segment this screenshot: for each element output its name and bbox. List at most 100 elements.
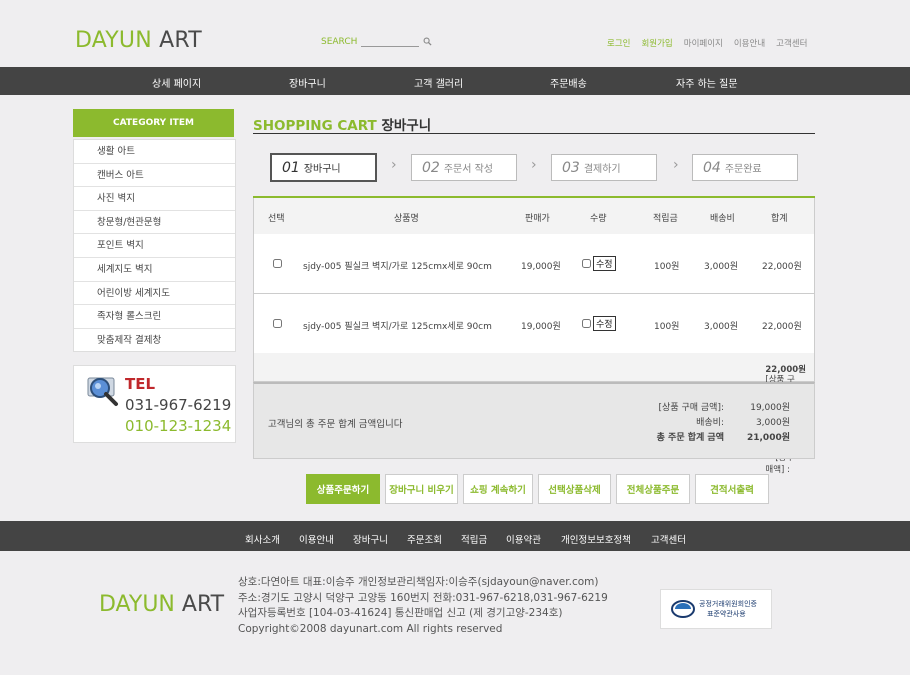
qty-checkbox[interactable] [582,319,591,328]
phone-mobile: 010-123-1234 [125,417,232,435]
nav-item-detail[interactable]: 상세 페이지 [152,75,201,90]
nav-item-gallery[interactable]: 고객 갤러리 [414,75,463,90]
step-complete: 04 주문완료 [692,154,798,181]
search-icon[interactable] [423,37,432,46]
step-number: 02 [422,159,440,176]
logo-text-green: DAYUN [75,28,152,53]
nav-item-faq[interactable]: 자주 하는 질문 [676,75,738,90]
footer-link-guide[interactable]: 이용안내 [299,532,334,546]
product-points: 100원 [654,322,680,332]
cert-line: 표준약관사용 [707,610,746,618]
footer-link-order[interactable]: 주문조회 [407,532,442,546]
category-list: 생활 아트 캔버스 아트 사진 벽지 창문형/현관문형 포인트 벽지 세계지도 … [73,139,236,353]
qty-edit-button[interactable]: 수정 [593,316,616,331]
cart-table: 선택 상품명 판매가 수량 적립금 배송비 합계 sjdy-005 필실크 벽지… [253,196,815,475]
category-item[interactable]: 어린이방 세계지도 [74,282,235,306]
col-select: 선택 [268,214,285,224]
table-header: 선택 상품명 판매가 수량 적립금 배송비 합계 [253,198,815,235]
nav-item-cart[interactable]: 장바구니 [289,75,326,90]
footer-link-company[interactable]: 회사소개 [245,532,280,546]
qty-checkbox[interactable] [582,259,591,268]
step-payment: 03 결제하기 [551,154,657,181]
chevron-right-icon: › [673,157,679,173]
footer-info-line: Copyright©2008 dayunart.com All rights r… [238,622,503,635]
order-button[interactable]: 상품주문하기 [306,474,380,504]
category-item[interactable]: 포인트 벽지 [74,234,235,258]
category-item[interactable]: 맞춤제작 결제창 [74,329,235,352]
empty-cart-button[interactable]: 장바구니 비우기 [385,474,458,504]
top-link-login[interactable]: 로그인 [607,37,630,49]
logo-text-green: DAYUN [99,592,175,617]
product-shipping: 3,000원 [704,322,739,332]
step-label: 주문완료 [724,164,762,175]
product-price: 19,000원 [521,322,561,332]
category-item[interactable]: 사진 벽지 [74,187,235,211]
table-row: sjdy-005 필실크 벽지/가로 125cmx세로 90cm 19,000원… [253,294,815,354]
title-en: SHOPPING CART [253,118,377,134]
row-select-checkbox[interactable] [273,319,282,328]
category-item[interactable]: 창문형/현관문형 [74,211,235,235]
step-cart: 01 장바구니 [270,153,377,182]
cert-text: 공정거래위원회인증 표준약관사용 [699,599,757,619]
step-label: 주문서 작성 [443,164,494,175]
top-link-guide[interactable]: 이용안내 [734,37,765,49]
top-link-join[interactable]: 회원가입 [641,37,672,49]
action-buttons: 상품주문하기 장바구니 비우기 쇼핑 계속하기 선택상품삭제 전체상품주문 견적… [306,474,769,504]
step-label: 결제하기 [583,164,621,175]
step-number: 01 [282,159,300,176]
order-all-button[interactable]: 전체상품주문 [616,474,690,504]
title-ko: 장바구니 [381,118,432,134]
footer-info: 상호:다연아트 대표:이승주 개인정보관리책임자:이승주(sjdayoun@na… [238,575,608,637]
col-product: 상품명 [394,214,419,224]
product-name[interactable]: sjdy-005 필실크 벽지/가로 125cmx세로 90cm [303,259,492,272]
cert-line: 공정거래위원회인증 [699,600,757,608]
col-points: 적립금 [653,214,678,224]
col-price: 판매가 [525,214,550,224]
footer-info-line: 상호:다연아트 대표:이승주 개인정보관리책임자:이승주(sjdayoun@na… [238,576,599,588]
category-item[interactable]: 생활 아트 [74,140,235,164]
search-label: SEARCH [321,36,358,47]
total-value-shipping: 3,000원 [755,418,790,428]
qty-edit-button[interactable]: 수정 [593,256,616,271]
top-link-support[interactable]: 고객센터 [776,37,807,49]
footer-link-support[interactable]: 고객센터 [651,532,686,546]
delete-selected-button[interactable]: 선택상품삭제 [538,474,611,504]
product-total: 22,000원 [762,262,802,272]
col-total: 합계 [771,214,788,224]
row-select-checkbox[interactable] [273,259,282,268]
footer-link-points[interactable]: 적립금 [461,532,487,546]
product-points: 100원 [654,262,680,272]
site-logo[interactable]: DAYUN ART [75,28,202,53]
summary-line: [상품 구매 금액] : 19,000 + [배송비] : 3,000 = [총… [253,353,815,475]
nav-item-delivery[interactable]: 주문배송 [550,75,587,90]
search-input[interactable] [361,36,420,47]
col-shipping: 배송비 [710,214,735,224]
total-value-goods: 19,000원 [750,403,790,413]
top-link-mypage[interactable]: 마이페이지 [684,37,723,49]
category-item[interactable]: 세계지도 벽지 [74,258,235,282]
category-heading: CATEGORY ITEM [73,109,234,137]
chevron-right-icon: › [531,157,537,173]
main-nav: 상세 페이지 장바구니 고객 갤러리 주문배송 자주 하는 질문 [0,67,910,95]
footer-link-privacy[interactable]: 개인정보보호정책 [561,532,631,546]
product-name[interactable]: sjdy-005 필실크 벽지/가로 125cmx세로 90cm [303,319,492,332]
footer-info-line: 사업자등록번호 [104-03-41624] 통신판매업 신고 (제 경기고양-… [238,607,563,619]
footer-link-cart[interactable]: 장바구니 [353,532,388,546]
category-item[interactable]: 캔버스 아트 [74,164,235,188]
step-order-form: 02 주문서 작성 [411,154,517,181]
category-item[interactable]: 족자형 롤스크린 [74,305,235,329]
ftc-seal-icon [671,600,695,618]
product-shipping: 3,000원 [704,262,739,272]
continue-shopping-button[interactable]: 쇼핑 계속하기 [463,474,533,504]
footer-link-terms[interactable]: 이용약관 [506,532,541,546]
total-label-order: 총 주문 합계 금액 [656,433,724,443]
certification-badge[interactable]: 공정거래위원회인증 표준약관사용 [660,589,772,629]
total-label-shipping: 배송비: [696,418,724,428]
print-quote-button[interactable]: 견적서출력 [695,474,769,504]
step-number: 03 [562,159,580,176]
product-total: 22,000원 [762,322,802,332]
total-box: 고객님의 총 주문 합계 금액입니다 [상품 구매 금액]: 19,000원 배… [253,382,815,459]
page-title: SHOPPING CART 장바구니 [253,114,431,134]
total-label-goods: [상품 구매 금액]: [658,403,724,413]
top-links: 로그인 회원가입 마이페이지 이용안내 고객센터 [607,37,807,49]
